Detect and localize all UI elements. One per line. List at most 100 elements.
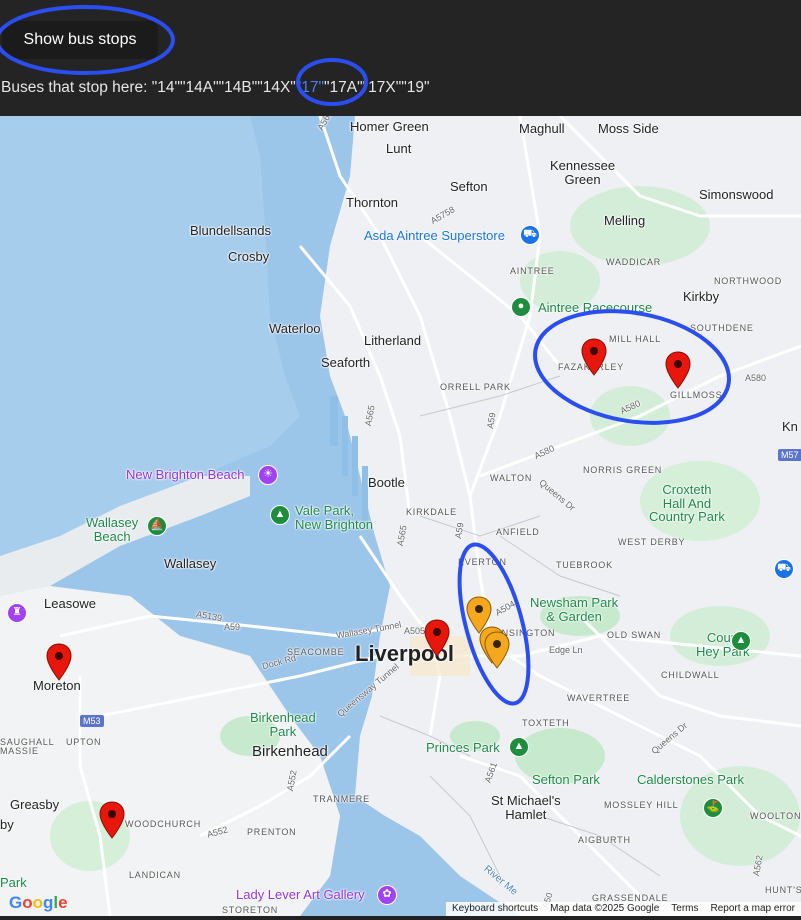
label-woodchurch: WOODCHURCH (125, 819, 201, 829)
label-mill-hall: MILL HALL (609, 334, 661, 344)
report-map-error-link[interactable]: Report a map error (711, 903, 795, 915)
label-prenton: PRENTON (247, 827, 297, 837)
label-landican: LANDICAN (129, 870, 181, 880)
label-st-michaels-hamlet: St Michael's Hamlet (491, 793, 561, 822)
label-park-partial: Park (0, 875, 27, 890)
red-bus-stop-marker[interactable] (424, 619, 450, 657)
label-southdene: SOUTHDENE (690, 323, 754, 333)
label-birkenhead-park: Birkenhead Park (250, 710, 316, 739)
label-sefton: Sefton (450, 179, 488, 194)
princes-park-icon[interactable]: ▲ (509, 737, 529, 757)
road-label-a580c: A580 (745, 373, 767, 383)
road-label-edge-ln: Edge Ln (549, 645, 583, 655)
red-bus-stop-marker[interactable] (665, 351, 691, 389)
label-bootle: Bootle (368, 475, 405, 490)
show-bus-stops-button[interactable]: Show bus stops (2, 21, 158, 59)
label-upton: UPTON (66, 737, 102, 747)
label-aigburth: AIGBURTH (578, 835, 631, 845)
red-bus-stop-marker[interactable] (581, 338, 607, 376)
label-northwood: NORTHWOOD (714, 276, 783, 286)
label-maghull: Maghull (519, 121, 565, 136)
label-blundellsands: Blundellsands (190, 223, 271, 238)
label-birkenhead: Birkenhead (252, 743, 328, 760)
label-melling: Melling (604, 213, 646, 228)
label-princes-park: Princes Park (426, 740, 500, 755)
label-walton: WALTON (490, 473, 533, 483)
road-label-a59-wirral: A59 (224, 622, 241, 632)
route-17-highlight: "17" (295, 79, 325, 96)
label-storeton: STORETON (222, 905, 279, 915)
label-west-derby: WEST DERBY (618, 537, 686, 547)
label-leasowe: Leasowe (44, 596, 97, 611)
label-vale-park[interactable]: Vale Park, New Brighton (295, 504, 373, 531)
label-toxteth: TOXTETH (522, 718, 570, 728)
label-wavertree: WAVERTREE (567, 693, 631, 703)
road-shield-m57: M57 (778, 449, 801, 461)
label-orrell-park: ORRELL PARK (440, 382, 511, 392)
buses-prefix: Buses that stop here: (1, 79, 152, 96)
label-wallasey-beach[interactable]: Wallasey Beach (86, 516, 138, 543)
label-calderstones-park: Calderstones Park (637, 772, 744, 787)
label-greasby: Greasby (10, 797, 60, 812)
park-poi-icon[interactable]: ▲ (270, 505, 290, 525)
terms-link[interactable]: Terms (671, 903, 698, 915)
routes-before: "14""14A""14B""14X" (151, 79, 296, 96)
racecourse-poi-icon[interactable]: ● (511, 297, 531, 317)
label-sefton-park: Sefton Park (532, 772, 600, 787)
label-saughall-massie: SAUGHALL MASSIE (0, 737, 55, 757)
label-thornton: Thornton (346, 195, 399, 210)
road-label-a5058: A505 (404, 626, 426, 636)
label-tranmere: TRANMERE (313, 794, 370, 804)
label-new-brighton-beach[interactable]: New Brighton Beach (126, 468, 245, 482)
label-hunts-cross: HUNT'S C (765, 885, 801, 895)
label-anfield: ANFIELD (496, 527, 540, 537)
label-kn: Kn (782, 419, 798, 434)
label-seaforth: Seaforth (321, 355, 371, 370)
shopping-cart-icon[interactable]: ⛟ (520, 225, 540, 245)
yellow-bus-stop-marker[interactable] (484, 631, 510, 669)
label-gillmoss: GILLMOSS (670, 390, 723, 400)
label-wallasey: Wallasey (164, 556, 217, 571)
court-hey-park-icon[interactable]: ▲ (731, 631, 751, 651)
red-bus-stop-marker[interactable] (46, 643, 72, 681)
label-mossley-hill: MOSSLEY HILL (604, 800, 679, 810)
label-norris-green: NORRIS GREEN (583, 465, 663, 475)
gallery-poi-icon[interactable]: ✿ (377, 885, 397, 905)
label-crosby: Crosby (228, 249, 270, 264)
label-tuebrook: TUEBROOK (556, 560, 613, 570)
keyboard-shortcuts-link[interactable]: Keyboard shortcuts (452, 903, 538, 915)
label-kennessee-green: Kennessee Green (550, 158, 616, 187)
map-footer: Keyboard shortcuts Map data ©2025 Google… (445, 902, 801, 916)
label-asda-aintree[interactable]: Asda Aintree Superstore (364, 229, 505, 243)
label-waterloo: Waterloo (269, 321, 321, 336)
shopping-cart-icon-2[interactable]: ⛟ (774, 559, 794, 579)
beach-poi-icon[interactable]: ☀ (258, 465, 278, 485)
bottom-strip (0, 916, 801, 920)
road-shield-m53: M53 (80, 715, 104, 727)
label-simonswood: Simonswood (699, 187, 774, 202)
golf-poi-icon[interactable]: ⛳ (703, 798, 723, 818)
label-litherland: Litherland (364, 333, 422, 348)
map-data-text: Map data ©2025 Google (550, 903, 660, 914)
label-aintree-racecourse[interactable]: Aintree Racecourse (538, 301, 652, 315)
routes-after: "17A""17X""19" (324, 79, 430, 96)
label-aintree: AINTREE (510, 266, 555, 276)
label-lunt: Lunt (386, 141, 412, 156)
castle-poi-icon[interactable]: ♜ (7, 603, 27, 623)
label-moss-side: Moss Side (598, 121, 659, 136)
label-old-swan: OLD SWAN (607, 630, 662, 640)
beach-poi-icon-2[interactable]: ⛵ (147, 516, 167, 536)
google-logo: Google (9, 893, 68, 912)
label-woolton: WOOLTON (750, 811, 801, 821)
label-kirkdale: KIRKDALE (406, 507, 457, 517)
label-kirkby: Kirkby (683, 289, 720, 304)
label-moreton: Moreton (33, 678, 81, 693)
label-lady-lever[interactable]: Lady Lever Art Gallery (236, 888, 365, 902)
label-waddicar: WADDICAR (606, 257, 662, 267)
label-childwall: CHILDWALL (661, 670, 720, 680)
buses-stop-here-text: Buses that stop here: "14""14A""14B""14X… (1, 79, 429, 97)
label-homer-green: Homer Green (350, 119, 429, 134)
red-bus-stop-marker[interactable] (99, 801, 125, 839)
map-canvas[interactable]: Homer Green Lunt Maghull Moss Side Kenne… (0, 116, 801, 916)
label-by: by (0, 817, 14, 832)
